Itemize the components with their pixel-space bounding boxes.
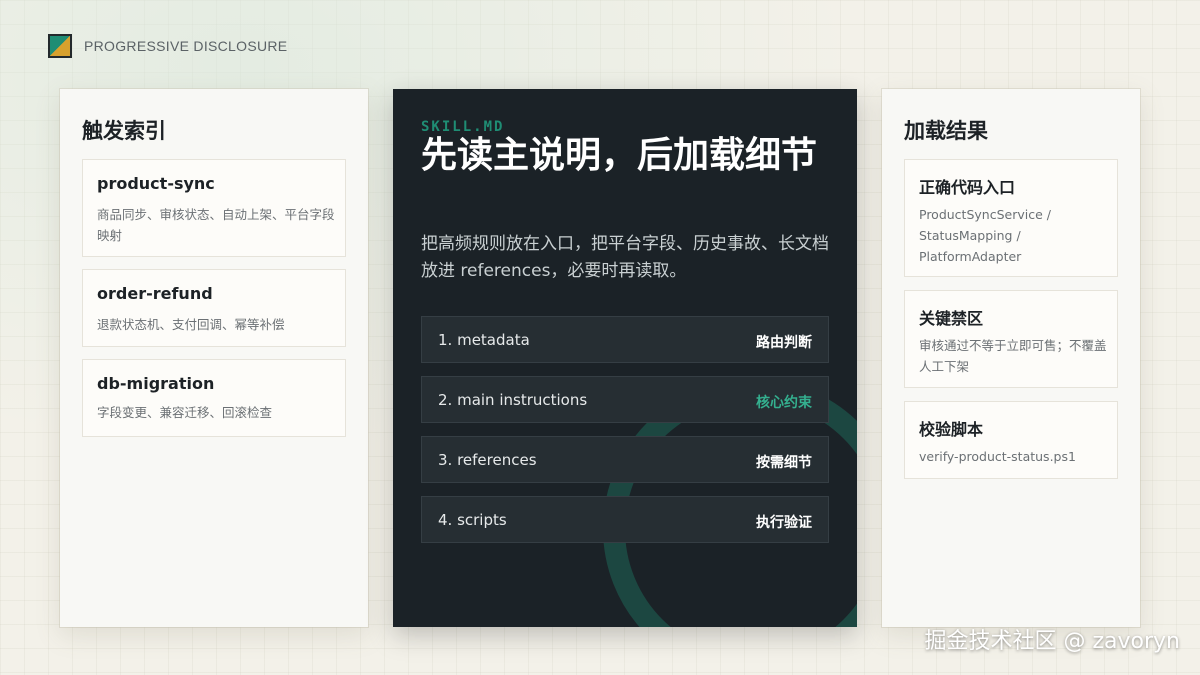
card-title: order-refund [97,284,213,303]
step-main-instructions[interactable]: 2. main instructions 核心约束 [421,376,829,423]
step-tag: 按需细节 [756,455,812,471]
step-tag: 执行验证 [756,515,812,531]
step-label: 1. metadata [438,331,530,349]
watermark: 掘金技术社区 @ zavoryn [924,629,1180,654]
step-metadata[interactable]: 1. metadata 路由判断 [421,316,829,363]
trigger-index-panel: 触发索引 product-sync 商品同步、审核状态、自动上架、平台字段映射 … [60,89,368,627]
card-description: 字段变更、兼容迁移、回滚检查 [97,405,273,420]
headline: 先读主说明，后加载细节 [421,135,818,176]
card-description: verify-product-status.ps1 [919,449,1076,464]
brand: PROGRESSIVE DISCLOSURE [48,34,287,58]
load-result-panel: 加载结果 正确代码入口 ProductSyncService / StatusM… [882,89,1140,627]
result-card-forbidden-zone[interactable]: 关键禁区 审核通过不等于立即可售；不覆盖人工下架 [904,290,1118,388]
panel-title: 加载结果 [904,119,988,143]
step-scripts[interactable]: 4. scripts 执行验证 [421,496,829,543]
lead-text: 把高频规则放在入口，把平台字段、历史事故、长文档放进 references，必要… [421,234,829,281]
step-references[interactable]: 3. references 按需细节 [421,436,829,483]
card-title: db-migration [97,374,215,393]
step-tag: 核心约束 [756,395,812,411]
index-card-order-refund[interactable]: order-refund 退款状态机、支付回调、幂等补偿 [82,269,346,347]
result-card-verify-script[interactable]: 校验脚本 verify-product-status.ps1 [904,401,1118,479]
eyebrow-label: SKILL.MD [421,119,505,135]
brand-label: PROGRESSIVE DISCLOSURE [84,38,288,54]
index-card-product-sync[interactable]: product-sync 商品同步、审核状态、自动上架、平台字段映射 [82,159,346,257]
card-title: 正确代码入口 [919,178,1016,197]
panel-title: 触发索引 [82,119,166,143]
card-title: 校验脚本 [919,420,984,439]
index-card-db-migration[interactable]: db-migration 字段变更、兼容迁移、回滚检查 [82,359,346,437]
card-description: ProductSyncService / StatusMapping / Pla… [919,207,1051,264]
card-title: product-sync [97,174,215,193]
card-description: 退款状态机、支付回调、幂等补偿 [97,317,285,332]
step-tag: 路由判断 [756,335,812,351]
logo-icon [48,34,72,58]
skill-md-panel: SKILL.MD 先读主说明，后加载细节 把高频规则放在入口，把平台字段、历史事… [393,89,857,627]
step-label: 3. references [438,451,537,469]
step-label: 2. main instructions [438,391,588,409]
card-description: 商品同步、审核状态、自动上架、平台字段映射 [97,207,335,243]
card-title: 关键禁区 [919,309,984,328]
card-description: 审核通过不等于立即可售；不覆盖人工下架 [919,338,1107,374]
step-label: 4. scripts [438,511,507,529]
result-card-code-entry[interactable]: 正确代码入口 ProductSyncService / StatusMappin… [904,159,1118,277]
